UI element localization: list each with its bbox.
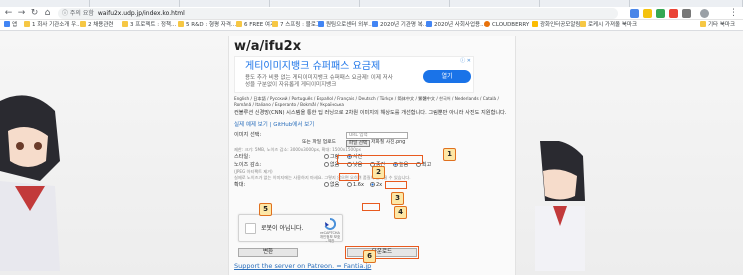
back-icon[interactable]: ←	[3, 8, 14, 19]
profile-avatar[interactable]	[700, 9, 709, 18]
image-select-label: 이미지 선택:	[234, 132, 262, 138]
bookmark-star-icon[interactable]	[643, 9, 652, 18]
browser-toolbar: ← → ↻ ⌂ ⓘ 주의 요함 waifu2x.udp.jp/index.ko.…	[0, 7, 743, 20]
extension-icon[interactable]	[669, 9, 678, 18]
character-illustration-right	[535, 141, 585, 271]
site-description: 컨볼루션 신경망(CNN) 시스템을 통한 딥 러닝으로 2차원 이미지의 해상…	[234, 110, 507, 116]
file-upload-label: 또는 파일 업로드	[302, 140, 336, 145]
browser-tab[interactable]	[270, 0, 360, 7]
bookmark-item[interactable]: 1 회사 기관소개 우...	[24, 21, 81, 30]
step-badge-2: 2	[372, 166, 385, 179]
highlight-download	[345, 246, 419, 259]
extension-icon[interactable]	[630, 9, 639, 18]
forward-icon[interactable]: →	[16, 8, 27, 19]
character-illustration-left	[0, 95, 60, 271]
address-bar[interactable]: ⓘ 주의 요함 waifu2x.udp.jp/index.ko.html	[58, 8, 618, 19]
url-input[interactable]: URL 입력	[346, 132, 408, 139]
style-label: 스타일:	[234, 154, 251, 160]
reload-icon[interactable]: ↻	[29, 8, 40, 19]
main-panel: w/a/ifu2x 게티이미지뱅크 슈퍼패스 요금제 용도 추가 비용 없는 게…	[228, 36, 516, 275]
scale-label: 확대:	[234, 182, 246, 188]
extension-icon[interactable]	[682, 9, 691, 18]
ad-close-icon[interactable]: ⓘ ✕	[460, 58, 471, 65]
language-links[interactable]: English / 日本語 / Русский / Português / Es…	[234, 96, 510, 107]
bookmark-item[interactable]: 5 R&D : 형평 자격...	[178, 21, 236, 30]
step-badge-5: 5	[259, 203, 272, 216]
support-link[interactable]: Support the server on Patreon. = Fantia.…	[234, 262, 371, 270]
step-badge-4: 4	[394, 206, 407, 219]
image-select-row: 이미지 선택: URL 입력	[234, 131, 510, 139]
bookmark-item[interactable]: 2020년 기관명 복...	[372, 21, 428, 30]
step-badge-1: 1	[443, 148, 456, 161]
home-icon[interactable]: ⌂	[42, 8, 53, 19]
extension-icon[interactable]	[656, 9, 665, 18]
ad-banner[interactable]: 게티이미지뱅크 슈퍼패스 요금제 용도 추가 비용 없는 게티이미지뱅크 슈퍼패…	[234, 56, 474, 93]
recaptcha-checkbox[interactable]	[245, 223, 256, 234]
selected-file-name: 저화질 사진.png	[371, 140, 406, 145]
convert-button[interactable]: 변환	[238, 248, 298, 257]
recaptcha-label: 로봇이 아닙니다.	[261, 225, 304, 232]
bookmark-item[interactable]: 3 프로젝트 : 정책...	[122, 21, 176, 30]
browser-tab[interactable]	[90, 0, 180, 7]
bookmark-item[interactable]: 6 FREE 여가	[236, 21, 275, 30]
site-logo: w/a/ifu2x	[234, 39, 302, 54]
scale-row: 확대: 없음 1.6x 2x	[234, 181, 510, 189]
step-badge-6: 6	[363, 250, 376, 263]
example-github-links[interactable]: 실제 예제 보기 | GitHub에서 보기	[234, 122, 510, 129]
scale-option-none[interactable]: 없음	[324, 181, 339, 189]
bookmark-item[interactable]: CLOUDBERRY	[484, 21, 529, 30]
file-select-button[interactable]: 파일 선택	[346, 140, 370, 147]
file-upload-row: 또는 파일 업로드 파일 선택 저화질 사진.png	[234, 139, 510, 147]
browser-tab[interactable]	[540, 0, 630, 7]
highlight-style-photo	[339, 173, 359, 181]
highlight-scale-2x	[362, 203, 380, 211]
bookmark-item[interactable]: 광화인터공모알림	[532, 21, 580, 30]
recaptcha-logo-icon: reCAPTCHA 개인정보 보호 - 약관	[319, 217, 341, 243]
recaptcha-widget: 로봇이 아닙니다. reCAPTCHA 개인정보 보호 - 약관	[238, 214, 343, 243]
menu-icon[interactable]: ⋮	[728, 8, 739, 19]
bookmark-item[interactable]: 2020년 사회사업용...	[426, 21, 485, 30]
scale-option-1-6x[interactable]: 1.6x	[347, 181, 364, 189]
bookmark-item[interactable]: 기타 북마크	[700, 21, 735, 30]
highlight-noise-high	[385, 181, 407, 189]
ad-title[interactable]: 게티이미지뱅크 슈퍼패스 요금제	[245, 61, 380, 73]
step-badge-3: 3	[391, 192, 404, 205]
bookmark-item[interactable]: 7 스프링 : 블로그	[272, 21, 321, 30]
bookmark-item[interactable]: 원팀으로센터 외부...	[318, 21, 373, 30]
address-url: waifu2x.udp.jp/index.ko.html	[97, 10, 185, 17]
browser-tab[interactable]	[180, 0, 270, 7]
recaptcha-terms[interactable]: reCAPTCHA 개인정보 보호 - 약관	[319, 231, 341, 243]
noise-label: 노이즈 감소:	[234, 162, 262, 168]
browser-tab-strip	[0, 0, 743, 7]
browser-tab[interactable]	[450, 0, 540, 7]
browser-tab[interactable]	[630, 0, 743, 7]
browser-tab[interactable]	[0, 0, 90, 7]
bookmark-item[interactable]: 로케시 가져올 북마크	[580, 21, 637, 30]
bookmark-item[interactable]: 2 채용관련	[80, 21, 114, 30]
browser-tab[interactable]	[360, 0, 450, 7]
ad-description: 용도 추가 비용 없는 게티이미지뱅크 슈퍼패스 요금제! 이제 저사성을 구분…	[245, 75, 393, 88]
highlight-file-select	[337, 155, 423, 164]
ad-open-button[interactable]: 열기	[423, 70, 471, 83]
bookmark-item[interactable]: 앱	[4, 21, 17, 30]
security-warning[interactable]: ⓘ 주의 요함	[62, 10, 94, 17]
scale-option-2x[interactable]: 2x	[370, 181, 382, 189]
bookmarks-bar: 앱 1 회사 기관소개 우... 2 채용관련 3 프로젝트 : 정책... 5…	[0, 20, 743, 31]
